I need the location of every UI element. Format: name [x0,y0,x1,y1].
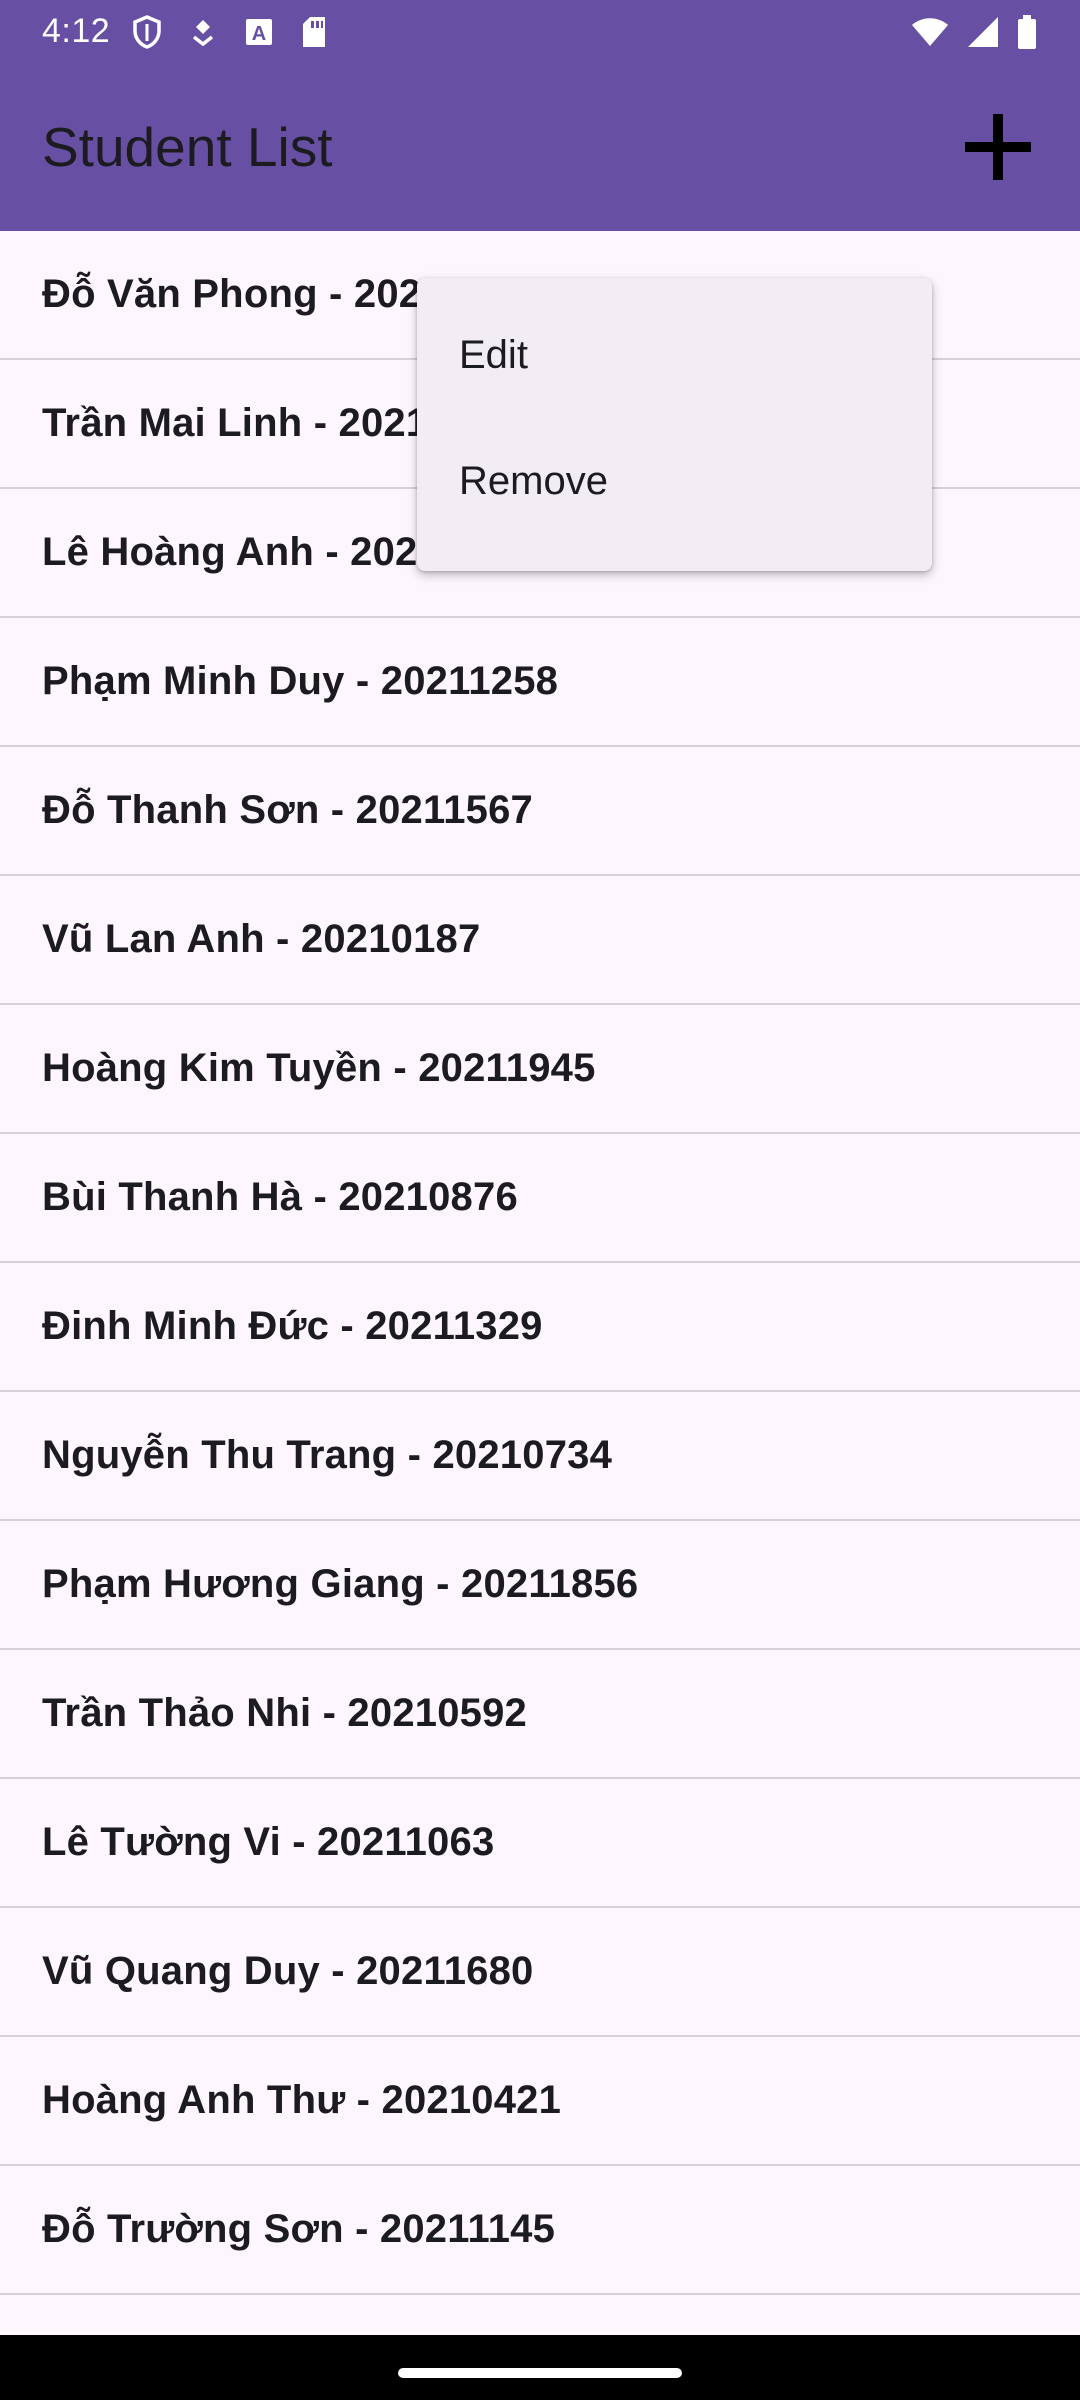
list-item[interactable]: Bùi Thanh Hà - 20210876 [0,1134,1080,1263]
student-label: Vũ Quang Duy - 20211680 [42,1949,534,1993]
plus-icon [965,114,1031,180]
menu-item-edit[interactable]: Edit [417,292,932,418]
student-label: Đỗ Trường Sơn - 20211145 [42,2207,556,2251]
drone-icon [193,19,214,46]
shield-icon [133,14,161,49]
status-bar: 4:12 A [0,0,1080,63]
student-label: Phạm Minh Duy - 20211258 [42,659,559,703]
student-label: Trần Mai Linh - 2021 [42,401,429,445]
context-menu: Edit Remove [417,278,932,571]
student-label: Vũ Lan Anh - 20210187 [42,917,481,961]
sd-card-icon [303,16,326,47]
home-gesture-handle[interactable] [398,2368,682,2378]
student-label: Đinh Minh Đức - 20211329 [42,1304,543,1348]
wifi-icon [912,17,948,46]
list-item[interactable]: Đỗ Trường Sơn - 20211145 [0,2166,1080,2295]
list-item[interactable]: Vũ Quang Duy - 20211680 [0,1908,1080,2037]
list-item[interactable]: Hoàng Kim Tuyền - 20211945 [0,1005,1080,1134]
list-item[interactable]: Vũ Lan Anh - 20210187 [0,876,1080,1005]
navigation-bar [0,2335,1080,2400]
student-label: Nguyễn Thu Trang - 20210734 [42,1433,613,1477]
status-left: 4:12 A [42,12,328,51]
app-root: 4:12 A Student List Đỗ Văn Phong - 202 T… [0,0,1080,2400]
list-item[interactable]: Lê Tường Vi - 20211063 [0,1779,1080,1908]
list-item[interactable]: Hoàng Anh Thư - 20210421 [0,2037,1080,2166]
list-item[interactable]: Đinh Minh Đức - 20211329 [0,1263,1080,1392]
student-label: Lê Hoàng Anh - 202 [42,530,418,574]
student-label: Trần Thảo Nhi - 20210592 [42,1691,527,1735]
status-right [910,14,1038,50]
student-label: Bùi Thanh Hà - 20210876 [42,1175,518,1219]
cell-signal-icon [968,16,998,47]
list-item[interactable]: Phạm Minh Duy - 20211258 [0,618,1080,747]
student-label: Lê Tường Vi - 20211063 [42,1820,495,1864]
student-label: Hoàng Anh Thư - 20210421 [42,2078,562,2122]
battery-icon [1018,14,1036,49]
list-item[interactable]: Phạm Hương Giang - 20211856 [0,1521,1080,1650]
status-icons-left: A [132,14,328,49]
svg-text:A: A [252,23,266,45]
status-time: 4:12 [42,12,111,50]
list-item[interactable]: Nguyễn Thu Trang - 20210734 [0,1392,1080,1521]
student-label: Đỗ Thanh Sơn - 20211567 [42,788,533,832]
add-student-button[interactable] [952,101,1044,193]
text-badge-icon: A [246,18,273,45]
student-label: Đỗ Văn Phong - 202 [42,272,422,316]
menu-item-remove[interactable]: Remove [417,418,932,544]
page-title: Student List [42,116,333,178]
student-label: Hoàng Kim Tuyền - 20211945 [42,1046,596,1090]
list-item[interactable]: Đỗ Thanh Sơn - 20211567 [0,747,1080,876]
list-item[interactable]: Trần Thảo Nhi - 20210592 [0,1650,1080,1779]
app-bar: Student List [0,63,1080,231]
student-label: Phạm Hương Giang - 20211856 [42,1562,639,1606]
